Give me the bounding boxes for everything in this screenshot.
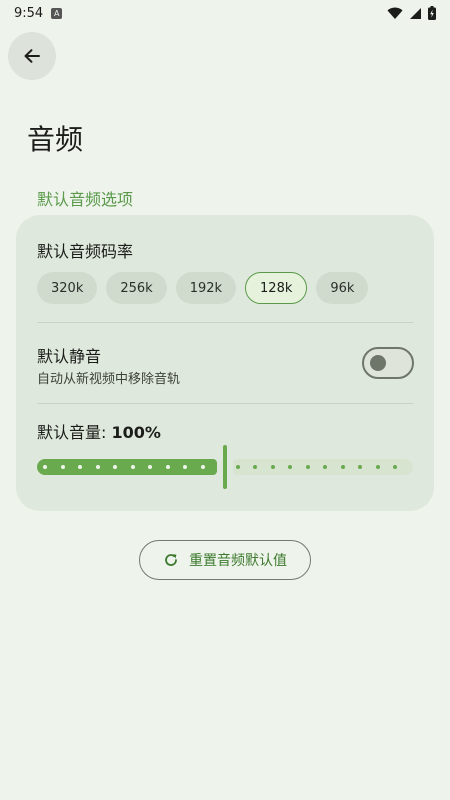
reset-button-label: 重置音频默认值 — [189, 553, 287, 569]
slider-tick — [323, 465, 327, 469]
volume-slider[interactable] — [37, 445, 413, 489]
bitrate-chip-192k[interactable]: 192k — [175, 272, 237, 304]
divider — [37, 403, 413, 404]
slider-tick — [200, 465, 205, 469]
slider-tick — [148, 465, 152, 469]
bitrate-chip-96k[interactable]: 96k — [316, 272, 369, 304]
cellular-signal-icon — [410, 7, 421, 19]
slider-tick — [358, 465, 362, 469]
divider — [37, 322, 413, 323]
slider-tick — [288, 465, 292, 469]
slider-tick — [130, 465, 135, 469]
slider-tick — [253, 465, 257, 469]
slider-tick — [78, 465, 82, 469]
slider-tick — [95, 465, 100, 469]
arrow-left-icon — [24, 49, 40, 63]
back-button[interactable] — [8, 32, 56, 80]
slider-tick — [165, 465, 170, 469]
mute-subtitle: 自动从新视频中移除音轨 — [37, 372, 181, 387]
bitrate-chip-group: 320k 256k 192k 128k 96k — [37, 272, 369, 304]
bitrate-chip-256k[interactable]: 256k — [106, 272, 167, 304]
slider-tick — [305, 465, 310, 469]
slider-tick — [43, 465, 47, 469]
slider-handle[interactable] — [223, 445, 227, 489]
status-icons — [387, 6, 436, 20]
toggle-thumb — [370, 355, 386, 371]
slider-tick — [270, 465, 275, 469]
battery-charging-icon — [428, 6, 436, 20]
audio-options-card: 默认音频码率 320k 256k 192k 128k 96k 默认静音 自动从新… — [16, 215, 434, 511]
status-bar: 9:54 A — [0, 0, 450, 26]
slider-tick — [60, 465, 65, 469]
section-header: 默认音频选项 — [37, 190, 134, 209]
volume-label: 默认音量: 100% — [37, 419, 161, 443]
slider-tick — [235, 465, 240, 469]
bitrate-chip-320k[interactable]: 320k — [37, 272, 98, 304]
volume-value: 100% — [111, 423, 161, 442]
slider-tick — [113, 465, 117, 469]
notification-icon: A — [51, 7, 63, 19]
mute-title: 默认静音 — [37, 347, 102, 366]
slider-tick — [340, 465, 345, 469]
bitrate-chip-128k[interactable]: 128k — [245, 272, 308, 304]
slider-tick — [393, 465, 397, 469]
bitrate-title: 默认音频码率 — [37, 242, 134, 261]
slider-tick — [183, 465, 187, 469]
wifi-icon — [387, 7, 403, 19]
volume-label-text: 默认音量: — [37, 423, 112, 442]
mute-toggle[interactable] — [362, 347, 414, 379]
refresh-icon — [165, 554, 177, 566]
reset-audio-defaults-button[interactable]: 重置音频默认值 — [139, 540, 311, 580]
slider-tick — [375, 465, 380, 469]
page-title: 音频 — [27, 123, 84, 156]
status-time: 9:54 — [14, 5, 44, 21]
